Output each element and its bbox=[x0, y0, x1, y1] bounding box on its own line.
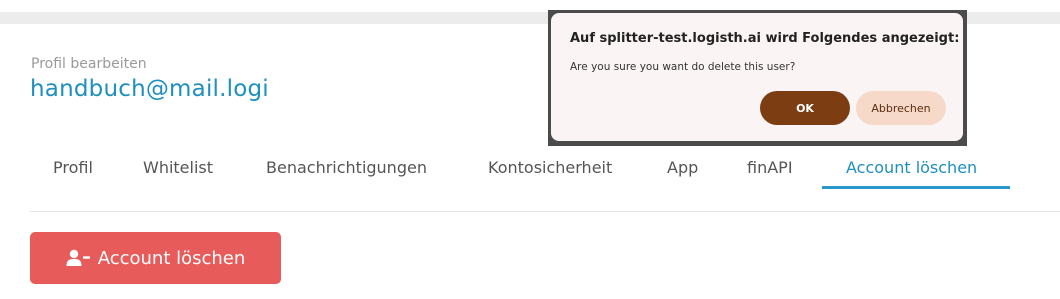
page-subtitle: Profil bearbeiten bbox=[31, 56, 147, 72]
dialog-message: Are you sure you want do delete this use… bbox=[570, 61, 796, 73]
cancel-button[interactable]: Abbrechen bbox=[856, 91, 946, 125]
delete-account-button[interactable]: Account löschen bbox=[30, 232, 281, 284]
dialog-title: Auf splitter-test.logisth.ai wird Folgen… bbox=[570, 31, 960, 46]
tab-profil[interactable]: Profil bbox=[53, 158, 93, 177]
divider bbox=[30, 211, 1060, 212]
page-title: handbuch@mail.logi bbox=[30, 76, 269, 102]
tab-benachrichtigungen[interactable]: Benachrichtigungen bbox=[266, 158, 427, 177]
user-minus-icon bbox=[66, 249, 92, 267]
confirm-dialog-frame: Auf splitter-test.logisth.ai wird Folgen… bbox=[548, 10, 967, 146]
delete-account-label: Account löschen bbox=[97, 247, 246, 269]
tab-finapi[interactable]: finAPI bbox=[747, 158, 793, 177]
ok-button[interactable]: OK bbox=[760, 91, 850, 125]
tab-account-loeschen[interactable]: Account löschen bbox=[846, 158, 977, 177]
active-tab-indicator bbox=[822, 186, 1010, 189]
tab-whitelist[interactable]: Whitelist bbox=[143, 158, 213, 177]
tab-app[interactable]: App bbox=[667, 158, 698, 177]
confirm-dialog: Auf splitter-test.logisth.ai wird Folgen… bbox=[551, 13, 963, 141]
tab-kontosicherheit[interactable]: Kontosicherheit bbox=[488, 158, 612, 177]
